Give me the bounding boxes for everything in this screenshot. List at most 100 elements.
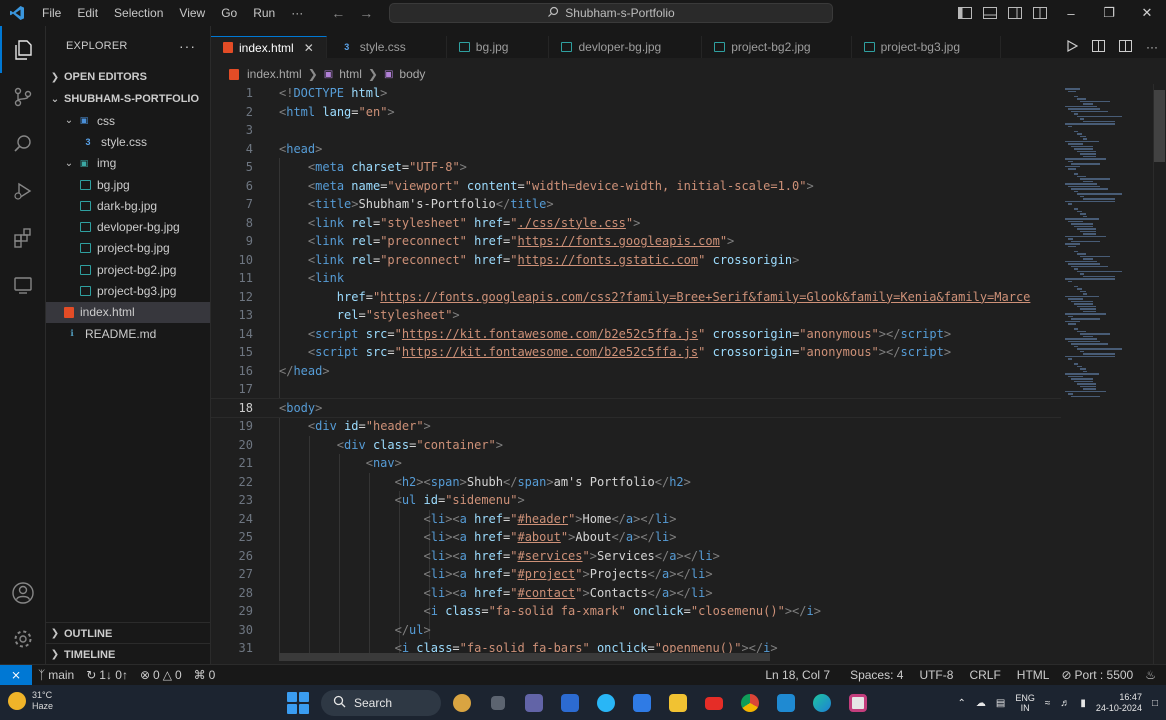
code-line[interactable]: 23 <ul id="sidemenu"> [211,491,1061,510]
editor-tab[interactable]: project-bg3.jpg [852,36,1001,58]
vscode-app-icon[interactable] [771,688,801,718]
minimap[interactable] [1061,84,1153,414]
editor-tab[interactable]: 3 style.css [327,36,447,58]
code-line[interactable]: 22 <h2><span>Shubh</span>am's Portfolio<… [211,473,1061,492]
scrollbar-thumb[interactable] [1154,90,1165,162]
restore-icon[interactable]: ❐ [1090,0,1128,26]
toggle-primary-sidebar-icon[interactable] [952,0,977,26]
tree-file[interactable]: devloper-bg.jpg [46,216,210,237]
teams-app-icon[interactable] [519,688,549,718]
source-control-icon[interactable] [0,73,46,120]
taskbar-search[interactable]: Search [321,690,441,716]
tree-file[interactable]: dark-bg.jpg [46,195,210,216]
weather-widget[interactable]: 31°C Haze [8,690,53,712]
code-line[interactable]: 24 <li><a href="#header">Home</a></li> [211,510,1061,529]
problems-status[interactable]: ⊗ 0 △ 0 [134,668,188,682]
breadcrumb-html[interactable]: html [339,67,362,81]
code-line[interactable]: 12 href="https://fonts.googleapis.com/cs… [211,288,1061,307]
timeline-section[interactable]: ❯ TIMELINE [46,643,211,665]
breadcrumb-file[interactable]: index.html [247,67,302,81]
vertical-scrollbar[interactable] [1153,84,1166,664]
horizontal-scrollbar[interactable] [279,653,770,661]
search-activity-icon[interactable] [0,120,46,167]
outline-section[interactable]: ❯ OUTLINE [46,622,211,644]
back-arrow-icon[interactable]: ← [331,5,345,21]
settings-gear-icon[interactable] [0,628,46,650]
code-line[interactable]: 18 <body> [211,397,1061,418]
editor-tab[interactable]: bg.jpg [447,36,550,58]
volume-icon[interactable]: ♬ [1060,698,1070,709]
menu-item[interactable]: Go [213,0,245,26]
minimize-icon[interactable]: – [1052,0,1090,26]
folder-tray-icon[interactable]: ▤ [996,698,1005,709]
widgets-app-icon[interactable] [447,688,477,718]
tree-folder[interactable]: ⌄ ▣ img [46,153,210,174]
menu-item[interactable]: Edit [69,0,106,26]
code-line[interactable]: 8 <link rel="stylesheet" href="./css/sty… [211,214,1061,233]
tree-file[interactable]: project-bg3.jpg [46,280,210,301]
todo-app-icon[interactable] [627,688,657,718]
extensions-icon[interactable] [0,214,46,261]
menu-item[interactable]: Selection [106,0,171,26]
task-view-icon[interactable] [483,688,513,718]
live-server-status[interactable]: ⊘ Port : 5500 [1055,668,1139,682]
code-line[interactable]: 7 <title>Shubham's-Portfolio</title> [211,195,1061,214]
notification-icon[interactable]: □ [1152,698,1158,709]
code-line[interactable]: 19 <div id="header"> [211,417,1061,436]
code-line[interactable]: 25 <li><a href="#about">About</a></li> [211,528,1061,547]
code-line[interactable]: 20 <div class="container"> [211,436,1061,455]
more-actions-icon[interactable]: ··· [179,38,196,54]
editor-tab[interactable]: project-bg2.jpg [702,36,852,58]
code-line[interactable]: 15 <script src="https://kit.fontawesome.… [211,343,1061,362]
code-line[interactable]: 10 <link rel="preconnect" href="https://… [211,251,1061,270]
code-editor[interactable]: 1 <!DOCTYPE html> 2 <html lang="en"> 3 4 <head… [211,84,1061,660]
file-explorer-app-icon[interactable] [663,688,693,718]
tree-file[interactable]: project-bg2.jpg [46,259,210,280]
onedrive-icon[interactable]: ☁ [976,698,986,709]
menu-item[interactable]: File [34,0,69,26]
code-line[interactable]: 2 <html lang="en"> [211,103,1061,122]
tree-file[interactable]: ℹ README.md [46,323,210,344]
close-window-icon[interactable]: ✕ [1128,0,1166,26]
wifi-icon[interactable]: ≈ [1045,698,1051,709]
code-line[interactable]: 4 <head> [211,140,1061,159]
sync-status[interactable]: ↻ 1↓ 0↑ [80,668,134,682]
code-line[interactable]: 27 <li><a href="#project">Projects</a></… [211,565,1061,584]
youtube-app-icon[interactable] [699,688,729,718]
branch-status[interactable]: ᛉ main [32,668,80,682]
code-line[interactable]: 14 <script src="https://kit.fontawesome.… [211,325,1061,344]
store-app-icon[interactable] [555,688,585,718]
forward-arrow-icon[interactable]: → [359,5,373,21]
code-line[interactable]: 29 <i class="fa-solid fa-xmark" onclick=… [211,602,1061,621]
close-tab-icon[interactable]: ✕ [304,41,314,55]
code-line[interactable]: 9 <link rel="preconnect" href="https://f… [211,232,1061,251]
editor-tab[interactable]: index.html ✕ [211,36,327,58]
cursor-position[interactable]: Ln 18, Col 7 [759,668,836,682]
edge-app-icon[interactable] [807,688,837,718]
code-line[interactable]: 16 </head> [211,362,1061,381]
snipping-tool-app-icon[interactable] [843,688,873,718]
command-center-search[interactable]: Shubham-s-Portfolio [389,3,833,23]
code-line[interactable]: 11 <link [211,269,1061,288]
run-debug-icon[interactable] [0,167,46,214]
code-line[interactable]: 28 <li><a href="#contact">Contacts</a></… [211,584,1061,603]
open-editors-section[interactable]: ❯ OPEN EDITORS [46,66,210,88]
menu-item[interactable]: Run [245,0,283,26]
show-hidden-icons-icon[interactable]: ⌃ [958,698,966,709]
code-line[interactable]: 30 </ul> [211,621,1061,640]
split-editor-icon[interactable] [1119,39,1132,55]
run-icon[interactable] [1067,39,1079,55]
menu-item[interactable]: ··· [283,0,311,26]
code-line[interactable]: 13 rel="stylesheet"> [211,306,1061,325]
editor-more-actions-icon[interactable]: ··· [1146,40,1158,54]
windows-start-icon[interactable] [287,692,309,714]
code-line[interactable]: 17 [211,380,1061,399]
code-line[interactable]: 5 <meta charset="UTF-8"> [211,158,1061,177]
remote-indicator-icon[interactable]: ⨯ [0,664,32,686]
menu-item[interactable]: View [171,0,213,26]
project-section[interactable]: ⌄ SHUBHAM-S-PORTFOLIO [46,88,210,110]
toggle-panel-icon[interactable] [977,0,1002,26]
code-line[interactable]: 3 [211,121,1061,140]
editor-tab[interactable]: devloper-bg.jpg [549,36,703,58]
tree-file[interactable]: 3 style.css [46,131,210,152]
